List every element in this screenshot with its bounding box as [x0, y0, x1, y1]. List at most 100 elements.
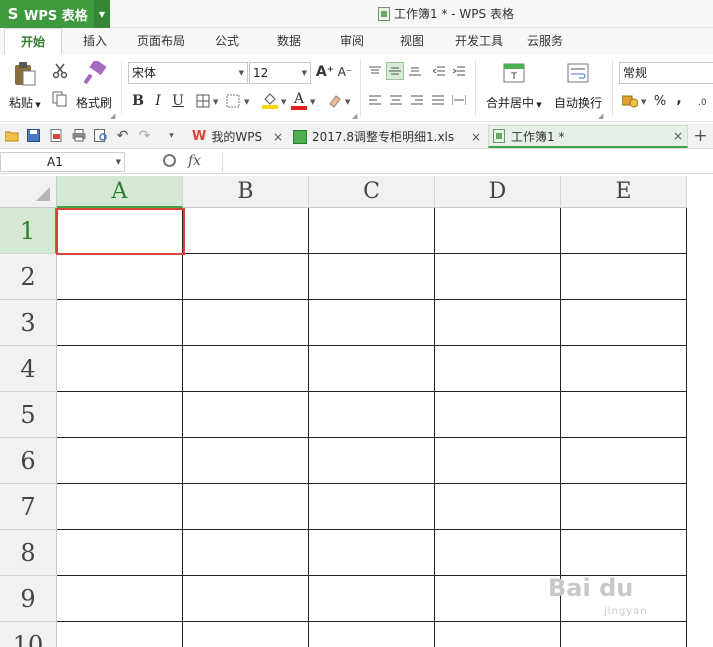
cell-a5[interactable]: [57, 392, 183, 438]
font-name-select[interactable]: 宋体 ▼: [128, 62, 248, 84]
row-header-3[interactable]: 3: [0, 300, 57, 346]
cell-a7[interactable]: [57, 484, 183, 530]
increase-indent-icon[interactable]: [451, 63, 467, 79]
cell-d6[interactable]: [435, 438, 561, 484]
cell-e3[interactable]: [561, 300, 687, 346]
font-size-select[interactable]: 12 ▼: [249, 62, 311, 84]
cell-b4[interactable]: [183, 346, 309, 392]
formula-input[interactable]: [222, 152, 713, 172]
doc-tab-my-wps[interactable]: W 我的WPS ×: [188, 125, 288, 148]
cell-a9[interactable]: [57, 576, 183, 622]
cell-b10[interactable]: [183, 622, 309, 647]
font-grow-button[interactable]: A⁺: [316, 63, 334, 81]
cell-c8[interactable]: [309, 530, 435, 576]
align-right-icon[interactable]: [409, 92, 425, 108]
cell-e8[interactable]: [561, 530, 687, 576]
cell-a4[interactable]: [57, 346, 183, 392]
row-header-6[interactable]: 6: [0, 438, 57, 484]
cell-e6[interactable]: [561, 438, 687, 484]
paste-label[interactable]: 粘贴 ▼: [9, 94, 41, 111]
active-cell-selection[interactable]: [56, 208, 185, 255]
cell-b6[interactable]: [183, 438, 309, 484]
cell-b8[interactable]: [183, 530, 309, 576]
row-header-1[interactable]: 1: [0, 208, 57, 254]
align-bottom-icon[interactable]: [407, 63, 423, 79]
cell-d7[interactable]: [435, 484, 561, 530]
cell-a3[interactable]: [57, 300, 183, 346]
new-tab-plus-icon[interactable]: +: [693, 126, 708, 146]
font-shrink-button[interactable]: A⁻: [336, 63, 354, 81]
row-header-2[interactable]: 2: [0, 254, 57, 300]
column-header-d[interactable]: D: [435, 176, 561, 208]
column-header-e[interactable]: E: [561, 176, 687, 208]
distributed-align-icon[interactable]: [451, 92, 467, 108]
cell-e2[interactable]: [561, 254, 687, 300]
cell-a10[interactable]: [57, 622, 183, 647]
column-header-c[interactable]: C: [309, 176, 435, 208]
cell-d8[interactable]: [435, 530, 561, 576]
cell-b3[interactable]: [183, 300, 309, 346]
cell-b1[interactable]: [183, 208, 309, 254]
cell-d9[interactable]: [435, 576, 561, 622]
tab-review[interactable]: 审阅: [330, 28, 374, 54]
close-icon[interactable]: ×: [471, 130, 481, 144]
undo-icon[interactable]: ↶: [115, 128, 130, 144]
cell-style-icon[interactable]: [224, 92, 242, 110]
justify-icon[interactable]: [430, 92, 446, 108]
cell-c10[interactable]: [309, 622, 435, 647]
paste-icon[interactable]: [12, 60, 38, 88]
cell-c6[interactable]: [309, 438, 435, 484]
cell-b2[interactable]: [183, 254, 309, 300]
cell-e7[interactable]: [561, 484, 687, 530]
print-preview-icon[interactable]: [93, 128, 108, 143]
name-box[interactable]: A1 ▼: [0, 152, 125, 172]
cell-d2[interactable]: [435, 254, 561, 300]
align-left-icon[interactable]: [367, 92, 383, 108]
format-painter-icon[interactable]: [82, 60, 108, 86]
comma-button[interactable]: ,: [673, 90, 685, 108]
currency-icon[interactable]: [621, 92, 639, 110]
cell-e5[interactable]: [561, 392, 687, 438]
row-header-4[interactable]: 4: [0, 346, 57, 392]
cell-c2[interactable]: [309, 254, 435, 300]
cell-b5[interactable]: [183, 392, 309, 438]
select-all-corner[interactable]: [0, 176, 57, 208]
customize-toolbar-icon[interactable]: ▾: [164, 128, 179, 143]
cell-e4[interactable]: [561, 346, 687, 392]
cell-c9[interactable]: [309, 576, 435, 622]
cell-c7[interactable]: [309, 484, 435, 530]
cell-c5[interactable]: [309, 392, 435, 438]
open-folder-icon[interactable]: [4, 128, 19, 143]
app-menu-button[interactable]: S WPS 表格 ▼: [0, 0, 110, 28]
save-icon[interactable]: [26, 128, 41, 143]
cell-d5[interactable]: [435, 392, 561, 438]
cell-e1[interactable]: [561, 208, 687, 254]
column-header-a[interactable]: A: [57, 176, 183, 208]
wrap-text-icon[interactable]: [566, 62, 590, 84]
cut-icon[interactable]: [51, 62, 69, 80]
cell-c4[interactable]: [309, 346, 435, 392]
cell-a2[interactable]: [57, 254, 183, 300]
font-color-icon[interactable]: A: [290, 90, 308, 112]
insert-function-button[interactable]: fx: [188, 153, 201, 169]
redo-icon[interactable]: ↷: [137, 128, 152, 144]
print-icon[interactable]: [71, 128, 86, 143]
row-header-8[interactable]: 8: [0, 530, 57, 576]
cell-a6[interactable]: [57, 438, 183, 484]
cell-b9[interactable]: [183, 576, 309, 622]
cell-d3[interactable]: [435, 300, 561, 346]
cell-d1[interactable]: [435, 208, 561, 254]
row-header-9[interactable]: 9: [0, 576, 57, 622]
fill-color-icon[interactable]: [260, 90, 280, 112]
column-header-b[interactable]: B: [183, 176, 309, 208]
tab-home[interactable]: 开始: [4, 28, 62, 54]
cell-d4[interactable]: [435, 346, 561, 392]
merge-center-label[interactable]: 合并居中 ▼: [486, 94, 542, 111]
bold-button[interactable]: B: [130, 92, 146, 110]
cell-b7[interactable]: [183, 484, 309, 530]
align-top-icon[interactable]: [367, 63, 383, 79]
align-center-icon[interactable]: [388, 92, 404, 108]
tab-insert[interactable]: 插入: [70, 28, 120, 54]
cell-e10[interactable]: [561, 622, 687, 647]
format-painter-label[interactable]: 格式刷: [76, 94, 112, 111]
